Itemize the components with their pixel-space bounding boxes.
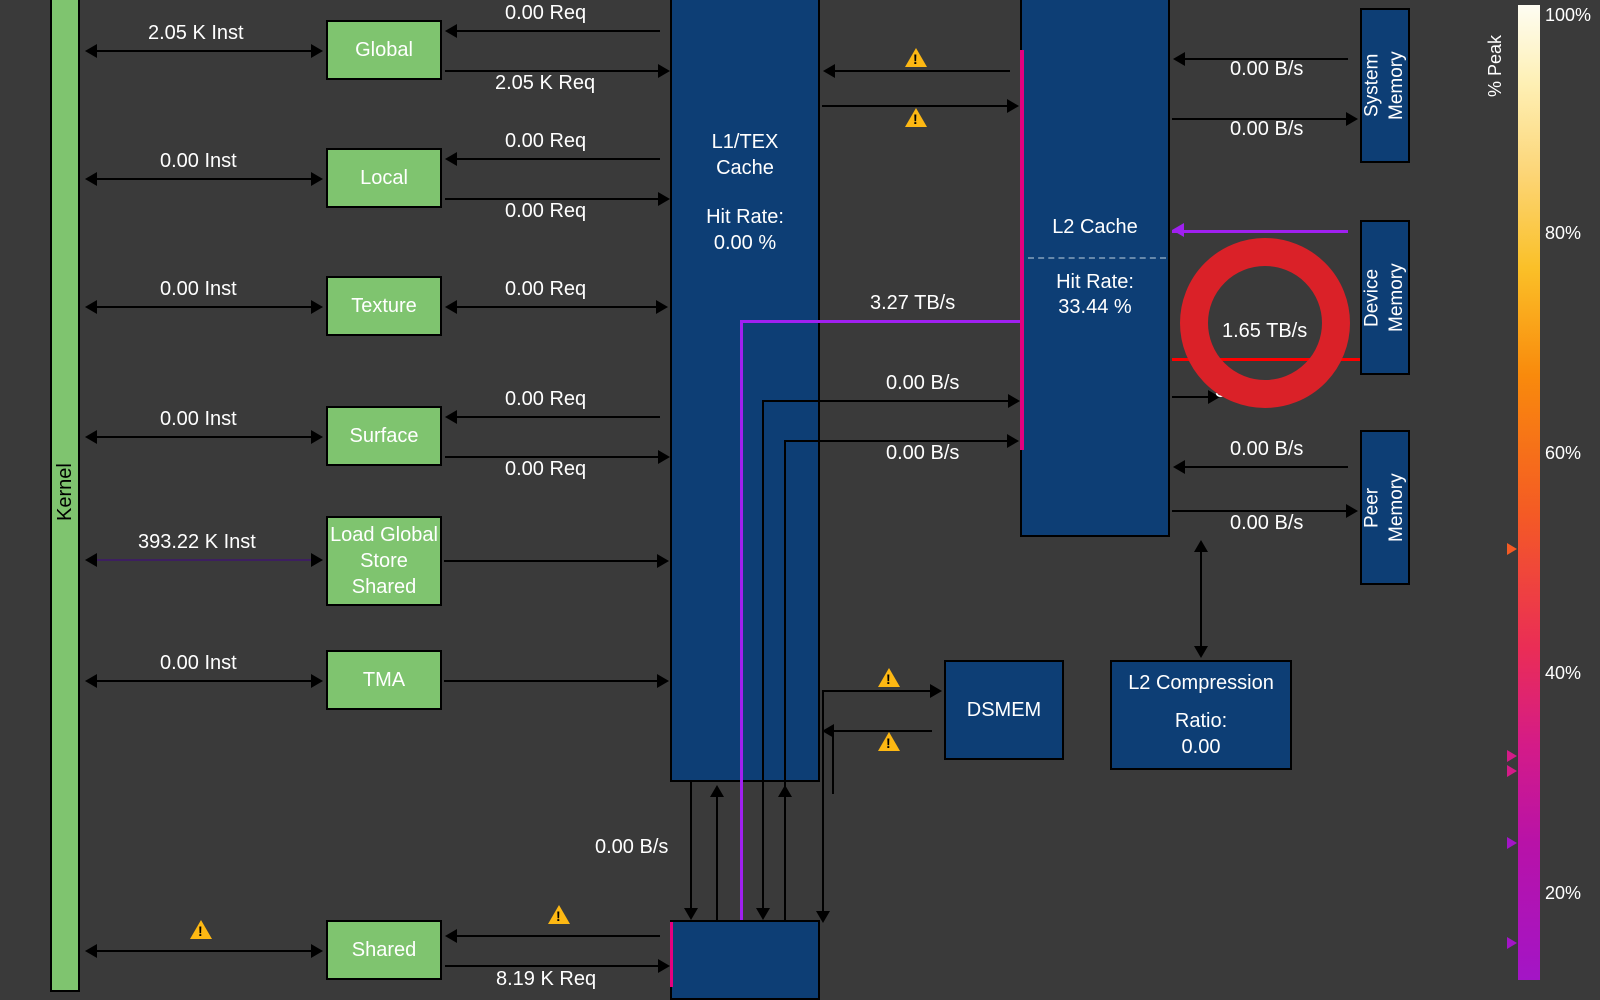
shared-mem-box (670, 920, 820, 1000)
warn-icon (905, 108, 927, 127)
l1tex-cache-box: L1/TEX Cache Hit Rate: 0.00 % (670, 0, 820, 782)
warn-icon (878, 668, 900, 687)
kernel-box: Kernel (50, 0, 80, 992)
box-tma: TMA (326, 650, 442, 710)
lbl-local-top: 0.00 Req (505, 130, 586, 153)
lbl-lgss-inst: 393.22 K Inst (138, 531, 256, 554)
lbl-shared-req: 8.19 K Req (496, 968, 596, 991)
lbl-local-inst: 0.00 Inst (160, 150, 237, 173)
system-memory-box: System Memory (1360, 8, 1410, 163)
lbl-global-top: 0.00 Req (505, 2, 586, 25)
lbl-sys-bot: 0.00 B/s (1230, 118, 1303, 141)
kernel-label: Kernel (52, 463, 78, 521)
warn-icon (548, 905, 570, 924)
lbl-global-inst: 2.05 K Inst (148, 22, 244, 45)
lbl-sys-top: 0.00 B/s (1230, 58, 1303, 81)
legend-gradient (1518, 5, 1540, 980)
box-global: Global (326, 20, 442, 80)
lbl-texture-mid: 0.00 Req (505, 278, 586, 301)
dsmem-box: DSMEM (944, 660, 1064, 760)
lbl-path1: 3.27 TB/s (870, 292, 955, 315)
device-memory-box: Device Memory (1360, 220, 1410, 375)
lbl-peer-bot: 0.00 B/s (1230, 512, 1303, 535)
warn-icon (190, 920, 212, 939)
warn-icon (905, 48, 927, 67)
lbl-dev-bot: 3.75 GB/s (1215, 380, 1304, 403)
l2-compression-box: L2 Compression Ratio: 0.00 (1110, 660, 1292, 770)
lbl-texture-inst: 0.00 Inst (160, 278, 237, 301)
lbl-shared-bs: 0.00 B/s (595, 836, 668, 859)
box-lgss: Load Global Store Shared (326, 516, 442, 606)
lbl-surface-top: 0.00 Req (505, 388, 586, 411)
l2-cache-box: L2 Cache Hit Rate: 33.44 % (1020, 0, 1170, 537)
box-local: Local (326, 148, 442, 208)
lbl-bs-bot: 0.00 B/s (886, 442, 959, 465)
peak-legend: % Peak 100% 80% 60% 40% 20% (1483, 5, 1593, 980)
lbl-global-bot: 2.05 K Req (495, 72, 595, 95)
warn-icon (878, 732, 900, 751)
lbl-bs-top: 0.00 B/s (886, 372, 959, 395)
lbl-tma-inst: 0.00 Inst (160, 652, 237, 675)
lbl-surface-bot: 0.00 Req (505, 458, 586, 481)
box-texture: Texture (326, 276, 442, 336)
box-shared: Shared (326, 920, 442, 980)
lbl-surface-inst: 0.00 Inst (160, 408, 237, 431)
lbl-local-bot: 0.00 Req (505, 200, 586, 223)
lbl-dev-mid: 1.65 TB/s (1222, 320, 1307, 343)
memory-chart-diagram: Kernel Global Local Texture Surface Load… (0, 0, 1600, 989)
lbl-peer-top: 0.00 B/s (1230, 438, 1303, 461)
legend-title: % Peak (1485, 35, 1506, 97)
peer-memory-box: Peer Memory (1360, 430, 1410, 585)
box-surface: Surface (326, 406, 442, 466)
